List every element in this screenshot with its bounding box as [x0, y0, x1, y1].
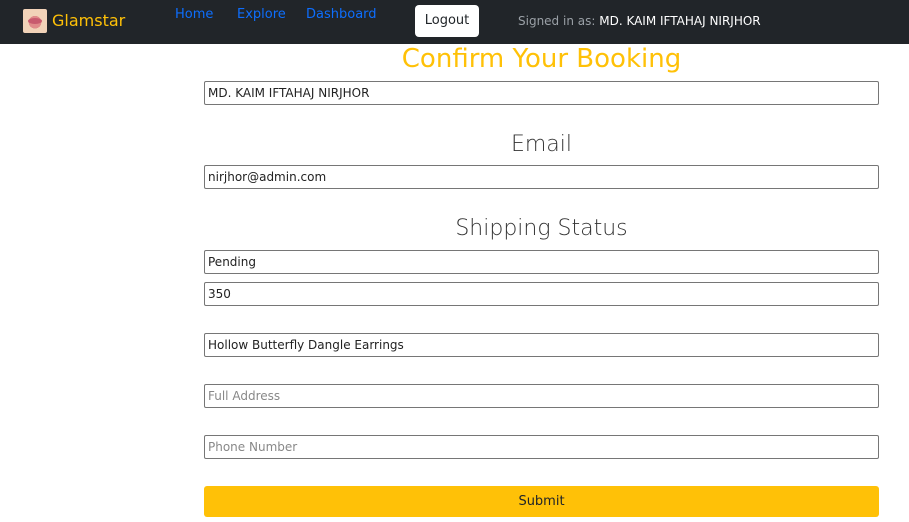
- submit-button[interactable]: Submit: [204, 486, 879, 517]
- brand-name: Glamstar: [52, 11, 126, 30]
- shipping-status-heading: Shipping Status: [455, 216, 628, 241]
- logout-button[interactable]: Logout: [415, 5, 479, 37]
- email-heading: Email: [510, 132, 573, 157]
- nav-dashboard-link[interactable]: Dashboard: [306, 7, 377, 23]
- page-title: Confirm Your Booking: [401, 44, 682, 74]
- top-navbar: Glamstar Home Explore Dashboard Logout S…: [0, 0, 909, 44]
- address-field[interactable]: [204, 384, 879, 408]
- nav-home-link[interactable]: Home: [175, 7, 213, 23]
- signed-in-user-name: MD. KAIM IFTAHAJ NIRJHOR: [599, 14, 761, 28]
- brand-link[interactable]: Glamstar: [23, 9, 125, 33]
- signed-in-text: Signed in as: MD. KAIM IFTAHAJ NIRJHOR: [518, 13, 761, 29]
- phone-field[interactable]: [204, 435, 879, 459]
- signed-in-prefix: Signed in as:: [518, 14, 596, 28]
- brand-logo-icon: [23, 9, 47, 33]
- name-field[interactable]: [204, 81, 879, 105]
- price-field[interactable]: [204, 282, 879, 306]
- product-name-field[interactable]: [204, 333, 879, 357]
- email-field[interactable]: [204, 165, 879, 189]
- nav-explore-link[interactable]: Explore: [237, 7, 286, 23]
- shipping-status-field[interactable]: [204, 250, 879, 274]
